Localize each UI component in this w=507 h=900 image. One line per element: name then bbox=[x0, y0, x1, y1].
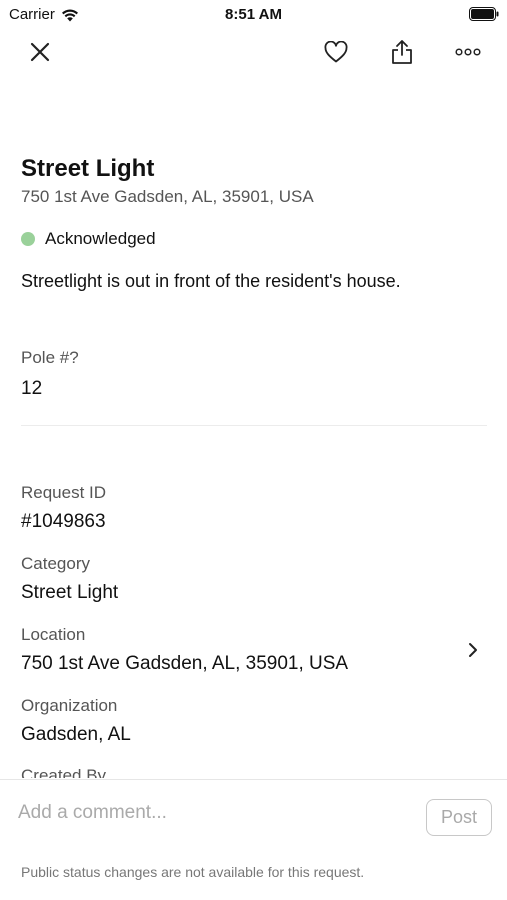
share-icon bbox=[392, 40, 412, 64]
comment-input[interactable] bbox=[18, 800, 408, 826]
navigation-bar bbox=[0, 32, 507, 72]
location-field[interactable]: Location 750 1st Ave Gadsden, AL, 35901,… bbox=[21, 623, 487, 677]
category-value: Street Light bbox=[21, 582, 119, 603]
request-summary: Street Light 750 1st Ave Gadsden, AL, 35… bbox=[21, 150, 487, 293]
more-options-button[interactable] bbox=[452, 36, 484, 68]
heart-icon bbox=[324, 41, 348, 63]
category-label: Category bbox=[21, 554, 90, 573]
organization-field: Organization Gadsden, AL bbox=[21, 694, 487, 748]
close-icon bbox=[30, 42, 50, 62]
battery-icon bbox=[469, 7, 499, 21]
request-id-value: #1049863 bbox=[21, 511, 106, 532]
request-id-field: Request ID #1049863 bbox=[21, 481, 487, 535]
request-title: Street Light bbox=[21, 155, 155, 182]
status-time: 8:51 AM bbox=[225, 6, 282, 23]
organization-value: Gadsden, AL bbox=[21, 724, 131, 745]
status-bar: Carrier 8:51 AM bbox=[0, 0, 507, 28]
favorite-button[interactable] bbox=[320, 36, 352, 68]
status-row: Acknowledged bbox=[21, 227, 487, 251]
comment-bar: Post Public status changes are not avail… bbox=[0, 779, 507, 900]
share-button[interactable] bbox=[386, 36, 418, 68]
request-description: Streetlight is out in front of the resid… bbox=[21, 271, 401, 291]
status-indicator-dot bbox=[21, 232, 35, 246]
request-address: 750 1st Ave Gadsden, AL, 35901, USA bbox=[21, 187, 314, 206]
chevron-right-icon[interactable] bbox=[467, 641, 479, 659]
section-divider bbox=[21, 425, 487, 426]
created-by-field: Created By bbox=[21, 764, 106, 778]
pole-number-label: Pole #? bbox=[21, 348, 79, 367]
location-value: 750 1st Ave Gadsden, AL, 35901, USA bbox=[21, 653, 349, 674]
request-id-label: Request ID bbox=[21, 483, 107, 502]
location-label: Location bbox=[21, 625, 86, 644]
created-by-label: Created By bbox=[21, 766, 107, 778]
more-icon bbox=[455, 48, 481, 56]
organization-label: Organization bbox=[21, 696, 118, 715]
pole-number-value: 12 bbox=[21, 378, 43, 399]
pole-number-field: Pole #? 12 bbox=[21, 346, 79, 402]
public-status-note: Public status changes are not available … bbox=[21, 864, 365, 880]
close-button[interactable] bbox=[24, 36, 56, 68]
post-button[interactable]: Post bbox=[426, 799, 492, 836]
category-field: Category Street Light bbox=[21, 552, 487, 606]
status-label: Acknowledged bbox=[45, 229, 156, 248]
